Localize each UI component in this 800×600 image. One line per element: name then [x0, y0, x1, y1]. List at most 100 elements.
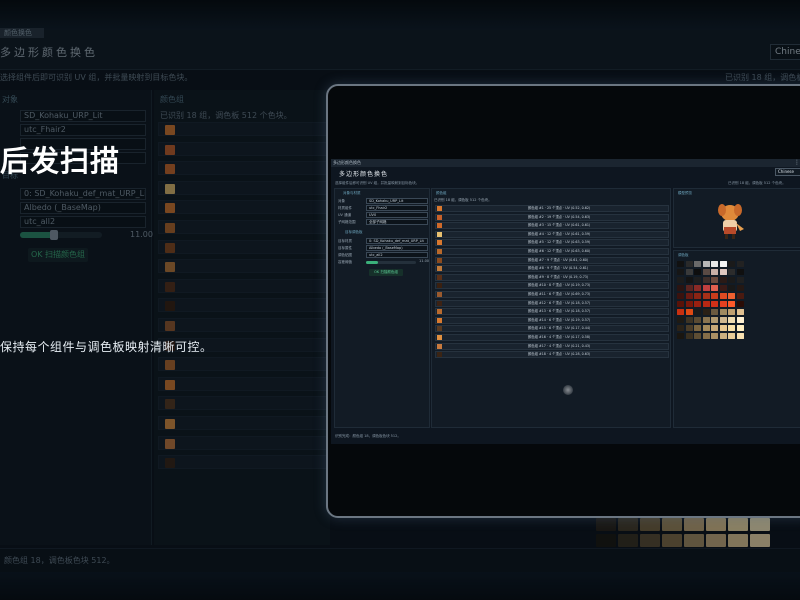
group-swatch[interactable]	[437, 274, 442, 280]
group-swatch[interactable]	[437, 206, 442, 211]
group-swatch[interactable]	[437, 300, 442, 306]
submesh-select[interactable]: 全部子网格	[366, 219, 428, 225]
palette-cell[interactable]	[736, 325, 744, 331]
group-row[interactable]: 颜色组 #3 · 15 个顶点 · UV (0.61, 0.61)	[435, 222, 669, 230]
object-field[interactable]: SD_Kohaku_URP_Lit	[366, 198, 428, 204]
group-swatch[interactable]	[437, 352, 442, 358]
palette-cell[interactable]	[702, 261, 710, 267]
group-swatch[interactable]	[437, 283, 442, 289]
palette-cell[interactable]	[719, 285, 727, 291]
palette-cell[interactable]	[719, 333, 727, 339]
palette-cell[interactable]	[711, 301, 718, 307]
palette-cell[interactable]	[694, 309, 701, 315]
palette-cell[interactable]	[711, 317, 718, 323]
language-select[interactable]: Chinese	[775, 168, 800, 176]
palette-cell[interactable]	[728, 333, 735, 339]
target-material-select[interactable]: 0: SD_Kohaku_def_mat_URP_Lit	[366, 238, 428, 244]
palette-cell[interactable]	[736, 269, 744, 275]
group-row[interactable]: 颜色组 #8 · 9 个顶点 · UV (0.54, 0.61)	[435, 265, 669, 273]
palette-cell[interactable]	[736, 293, 744, 299]
palette-cell[interactable]	[728, 293, 735, 299]
palette-cell[interactable]	[685, 285, 693, 291]
palette-cell[interactable]	[685, 293, 693, 299]
palette-cell[interactable]	[702, 285, 710, 291]
palette-cell[interactable]	[685, 333, 693, 339]
group-swatch[interactable]	[437, 292, 442, 297]
palette-cell[interactable]	[694, 301, 701, 307]
palette-cell[interactable]	[728, 325, 735, 331]
palette-cell[interactable]	[685, 277, 693, 283]
palette-cell[interactable]	[702, 277, 710, 283]
palette-cell[interactable]	[728, 269, 735, 275]
palette-cell[interactable]	[702, 317, 710, 323]
palette-cell[interactable]	[694, 277, 701, 283]
palette-cell[interactable]	[694, 333, 701, 339]
palette-cell[interactable]	[694, 269, 701, 275]
group-swatch[interactable]	[437, 335, 442, 340]
group-row[interactable]: 颜色组 #14 · 6 个顶点 · UV (0.19, 0.57)	[435, 316, 669, 324]
palette-cell[interactable]	[719, 325, 727, 331]
group-row[interactable]: 颜色组 #15 · 6 个顶点 · UV (0.17, 0.44)	[435, 325, 669, 333]
component-field[interactable]: utc_Fhair2	[366, 205, 428, 211]
palette-cell[interactable]	[702, 269, 710, 275]
palette-cell[interactable]	[677, 293, 684, 299]
palette-cell[interactable]	[702, 333, 710, 339]
group-swatch[interactable]	[437, 223, 442, 229]
palette-cell[interactable]	[711, 285, 718, 291]
window-tab[interactable]: 多边形颜色换色	[333, 160, 361, 166]
texture-field[interactable]: utc_all2	[366, 252, 428, 258]
group-row[interactable]: 颜色组 #1 · 25 个顶点 · UV (0.52, 0.62)	[435, 205, 669, 212]
palette-cell[interactable]	[685, 269, 693, 275]
palette-cell[interactable]	[702, 293, 710, 299]
palette-cell[interactable]	[711, 277, 718, 283]
palette-cell[interactable]	[736, 261, 744, 267]
palette-cell[interactable]	[736, 301, 744, 307]
palette-cell[interactable]	[711, 309, 718, 315]
group-swatch[interactable]	[437, 249, 442, 254]
palette-cell[interactable]	[694, 317, 701, 323]
palette-cell[interactable]	[694, 285, 701, 291]
group-swatch[interactable]	[437, 257, 442, 263]
palette-cell[interactable]	[702, 301, 710, 307]
group-row[interactable]: 颜色组 #12 · 6 个顶点 · UV (0.18, 0.57)	[435, 299, 669, 307]
palette-cell[interactable]	[702, 309, 710, 315]
scan-button[interactable]: OK 扫描颜色组	[369, 269, 403, 276]
palette-cell[interactable]	[728, 285, 735, 291]
group-swatch[interactable]	[437, 266, 442, 272]
tolerance-slider[interactable]	[366, 261, 416, 264]
group-row[interactable]: 颜色组 #6 · 12 个顶点 · UV (0.63, 0.60)	[435, 248, 669, 255]
palette-cell[interactable]	[719, 261, 727, 267]
group-row[interactable]: 颜色组 #13 · 6 个顶点 · UV (0.18, 0.57)	[435, 308, 669, 316]
palette-cell[interactable]	[736, 333, 744, 339]
palette-cell[interactable]	[694, 325, 701, 331]
palette-cell[interactable]	[719, 277, 727, 283]
palette-cell[interactable]	[728, 309, 735, 315]
palette-cell[interactable]	[728, 317, 735, 323]
palette-cell[interactable]	[677, 301, 684, 307]
palette-cell[interactable]	[711, 325, 718, 331]
palette-cell[interactable]	[677, 261, 684, 267]
palette-cell[interactable]	[677, 309, 684, 315]
palette-cell[interactable]	[736, 317, 744, 323]
palette-cell[interactable]	[685, 325, 693, 331]
target-property-select[interactable]: Albedo (_BaseMap)	[366, 245, 428, 251]
palette-cell[interactable]	[685, 309, 693, 315]
palette-cell[interactable]	[711, 333, 718, 339]
palette-cell[interactable]	[694, 293, 701, 299]
palette-cell[interactable]	[728, 301, 735, 307]
group-row[interactable]: 颜色组 #10 · 8 个顶点 · UV (0.19, 0.73)	[435, 282, 669, 290]
group-row[interactable]: 颜色组 #5 · 12 个顶点 · UV (0.63, 0.59)	[435, 239, 669, 247]
group-row[interactable]: 颜色组 #7 · 9 个顶点 · UV (0.61, 0.60)	[435, 256, 669, 264]
group-swatch[interactable]	[437, 240, 442, 246]
group-row[interactable]: 颜色组 #4 · 12 个顶点 · UV (0.61, 0.59)	[435, 230, 669, 238]
group-row[interactable]: 颜色组 #9 · 8 个顶点 · UV (0.19, 0.73)	[435, 273, 669, 281]
palette-cell[interactable]	[694, 261, 701, 267]
palette-cell[interactable]	[677, 285, 684, 291]
palette-cell[interactable]	[677, 325, 684, 331]
palette-cell[interactable]	[719, 269, 727, 275]
uv-select[interactable]: UV0	[366, 212, 428, 218]
group-row[interactable]: 颜色组 #2 · 19 个顶点 · UV (0.54, 0.63)	[435, 213, 669, 221]
group-swatch[interactable]	[437, 343, 442, 349]
group-row[interactable]: 颜色组 #16 · 4 个顶点 · UV (0.17, 0.58)	[435, 334, 669, 341]
palette-cell[interactable]	[736, 285, 744, 291]
